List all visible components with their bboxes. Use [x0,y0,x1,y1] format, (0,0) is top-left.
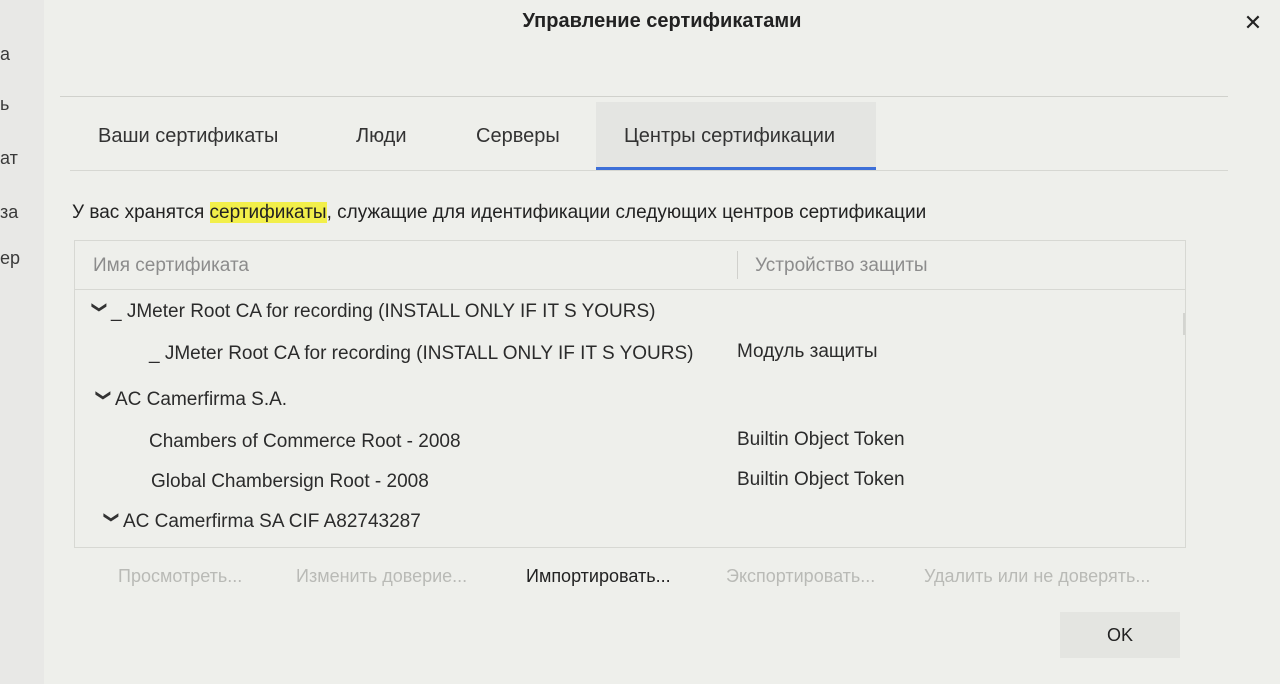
row-name: Chambers of Commerce Root - 2008 [149,431,461,452]
delete-distrust-button[interactable]: Удалить или не доверять... [924,566,1150,587]
background-text: ат [0,148,18,168]
ok-button[interactable]: OK [1060,612,1180,658]
background-text: за [0,202,19,222]
group-label: ❯ AC Camerfirma S.A. [93,389,287,411]
tree-row-group[interactable]: ❯ AC Camerfirma S.A. [75,381,1155,421]
tree-row-item[interactable]: _ JMeter Root CA for recording (INSTALL … [75,335,1155,375]
tree-row-item[interactable]: Chambers of Commerce Root - 2008 Builtin… [75,423,1155,463]
background-text: ер [0,248,21,268]
export-button[interactable]: Экспортировать... [726,566,875,587]
description-text: У вас хранятся сертификаты, служащие для… [72,202,926,224]
row-device: Модуль защиты [737,341,878,362]
tab-servers[interactable]: Серверы [448,102,588,170]
view-button[interactable]: Просмотреть... [118,566,242,587]
tree-header: Имя сертификата Устройство защиты ⊞ [75,241,1185,290]
description-before: У вас хранятся [72,202,210,223]
tree-row-group[interactable]: ❯ AC Camerfirma SA CIF A82743287 [75,503,1155,543]
group-label: ❯ AC Camerfirma SA CIF A82743287 [101,511,421,533]
column-header-device[interactable]: Устройство защиты [755,255,928,277]
row-name: AC Camerfirma SA CIF A82743287 [123,511,421,532]
background-window-fragment: a ь ат за ер [0,0,48,684]
import-button[interactable]: Импортировать... [526,566,671,587]
certificate-manager-dialog: Управление сертификатами ✕ Ваши сертифик… [44,0,1280,684]
column-separator[interactable] [737,251,738,279]
tree-row-group[interactable]: ❯ _ JMeter Root CA for recording (INSTALL… [75,293,1155,333]
row-name: _ JMeter Root CA for recording (INSTALL … [149,343,694,364]
tab-authorities[interactable]: Центры сертификации [596,102,876,170]
certificate-tree[interactable]: Имя сертификата Устройство защиты ⊞ ❯_ J… [74,240,1186,548]
background-text: ь [0,94,10,114]
edit-trust-button[interactable]: Изменить доверие... [296,566,467,587]
description-highlight: сертификаты [209,202,327,223]
row-name: Global Chambersign Root - 2008 [151,471,429,492]
tab-your-certificates[interactable]: Ваши сертификаты [70,102,306,170]
group-label: ❯ _ JMeter Root CA for recording (INSTALL… [89,301,656,323]
scrollbar-thumb[interactable] [1183,313,1185,335]
divider [60,96,1228,97]
close-icon[interactable]: ✕ [1240,10,1266,36]
tab-bar: Ваши сертификаты Люди Серверы Центры сер… [70,102,1228,171]
row-device: Builtin Object Token [737,469,905,490]
scroll-down-icon[interactable]: ▼ [1183,509,1185,529]
chevron-down-icon[interactable]: ❯ [95,389,113,411]
row-name: _ JMeter Root CA for recording (INSTALL … [111,301,656,322]
row-name: AC Camerfirma S.A. [115,389,288,410]
background-text: a [0,44,11,64]
column-picker-icon[interactable]: ⊞ [1185,251,1186,277]
tab-people[interactable]: Люди [328,102,435,170]
chevron-down-icon[interactable]: ❯ [103,511,121,533]
column-header-name[interactable]: Имя сертификата [93,255,249,277]
row-device: Builtin Object Token [737,429,905,450]
scroll-up-icon[interactable]: ▲ [1183,289,1185,309]
description-after: , служащие для идентификации следующих ц… [326,202,927,223]
tree-row-item[interactable]: Global Chambersign Root - 2008 Builtin O… [75,463,1155,503]
dialog-title: Управление сертификатами [522,10,802,32]
chevron-down-icon[interactable]: ❯ [91,301,109,323]
